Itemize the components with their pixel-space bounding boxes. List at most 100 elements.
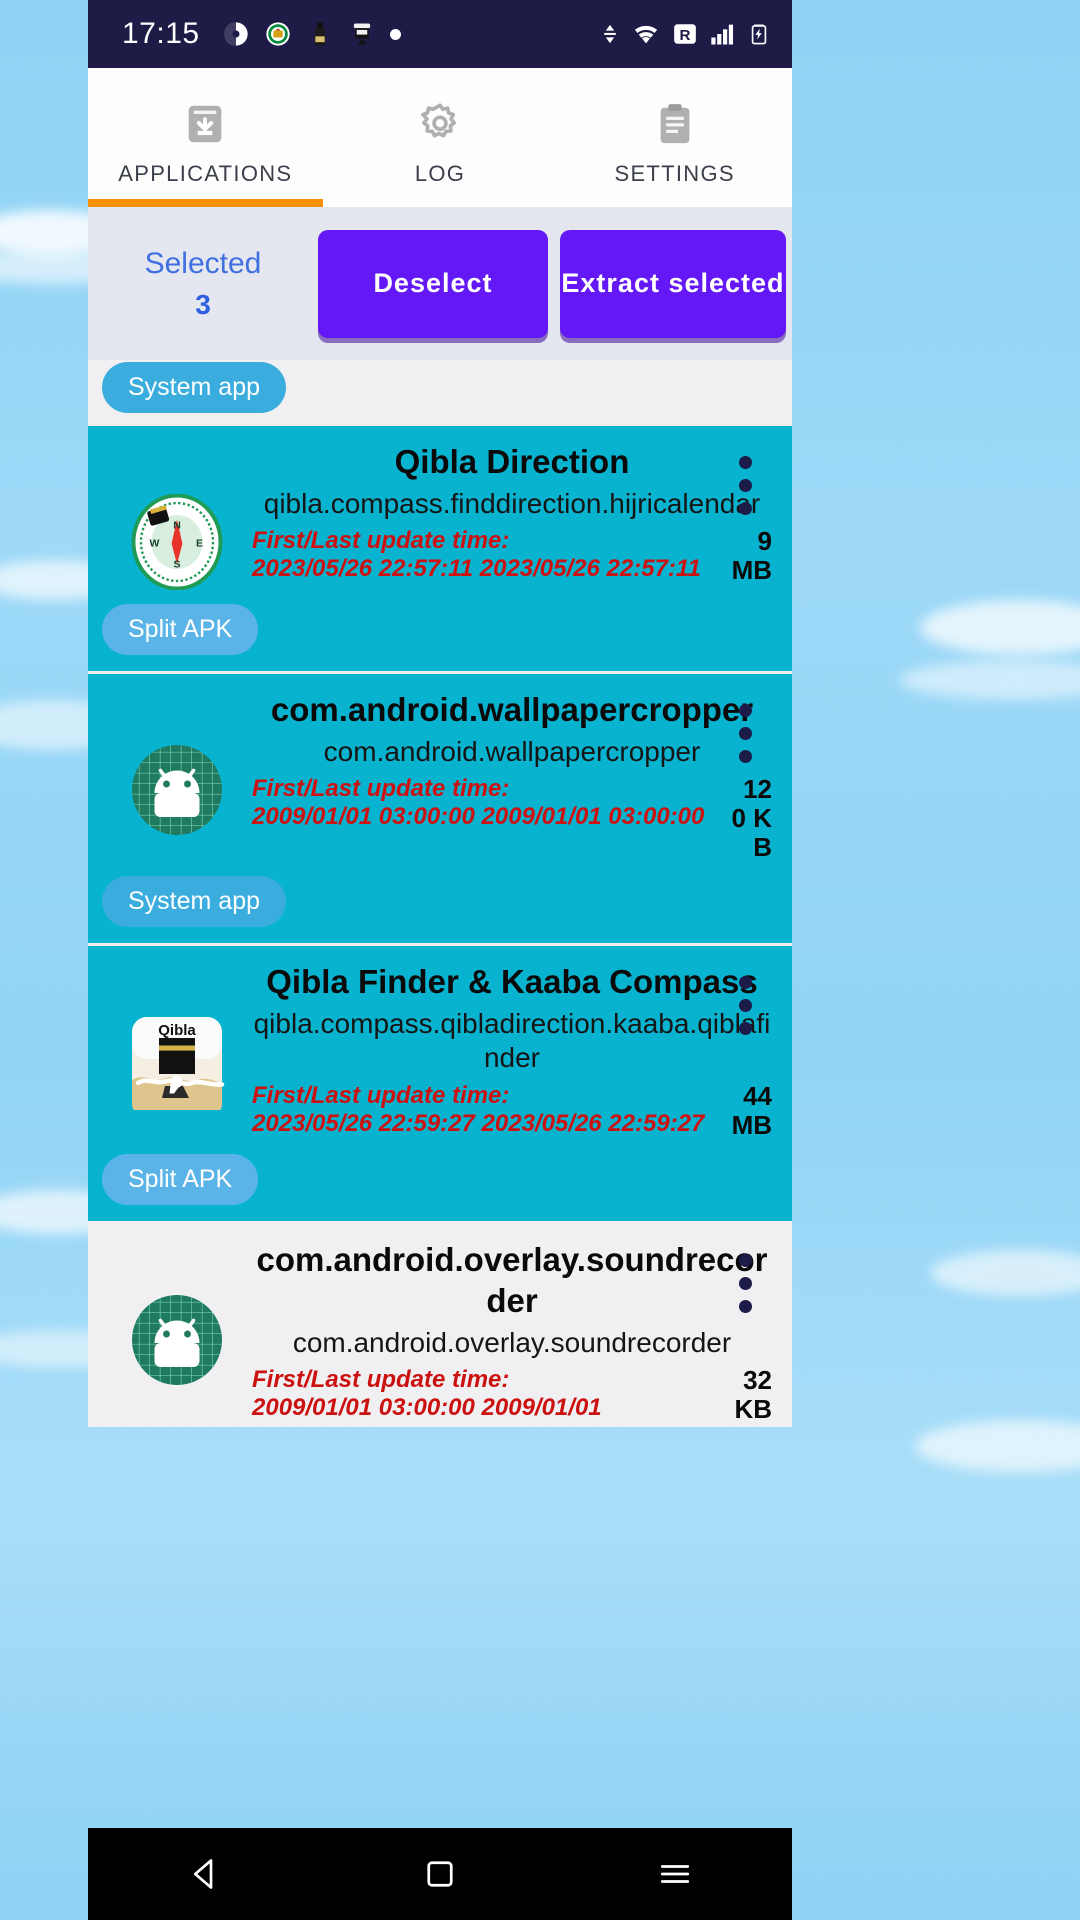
overflow-menu-icon[interactable] xyxy=(738,704,752,763)
android-robot-icon xyxy=(132,1294,222,1385)
status-clock: 17:15 xyxy=(122,17,200,50)
svg-text:Qibla: Qibla xyxy=(158,1022,196,1039)
app-meta-row: First/Last update time: 2009/01/01 03:00… xyxy=(252,774,772,863)
status-bar: 17:15 R xyxy=(88,0,792,68)
list-item-body: Qibla Qibla Finder & Kaaba Compass qibla… xyxy=(88,954,792,1139)
status-badge: Split APK xyxy=(102,604,259,655)
app-update-times: First/Last update time: 2023/05/26 22:59… xyxy=(252,1082,726,1140)
train-notification-icon xyxy=(353,23,370,45)
app-meta-row: First/Last update time: 2023/05/26 22:57… xyxy=(252,526,772,586)
svg-text:E: E xyxy=(196,538,203,550)
wifi-icon xyxy=(634,25,658,44)
app-title: Qibla Direction xyxy=(394,443,630,480)
app-meta-row: First/Last update time: 2023/05/26 22:59… xyxy=(252,1080,772,1140)
app-package: com.android.wallpapercropper xyxy=(323,735,701,767)
tab-settings[interactable]: SETTINGS xyxy=(557,68,792,207)
selected-label: Selected xyxy=(144,246,262,280)
tab-log[interactable]: LOG xyxy=(323,68,558,207)
list-item[interactable]: com.android.overlay.soundrecorder com.an… xyxy=(88,1223,792,1428)
kaaba-qibla-icon: Qibla xyxy=(132,1017,225,1111)
app-size: 32 KB xyxy=(734,1364,772,1424)
clipboard-icon xyxy=(660,103,690,143)
app-icon-wrap: N S E W xyxy=(102,442,252,590)
tab-bar: APPLICATIONS LOG SETTINGS xyxy=(88,68,792,207)
app-package: qibla.compass.qibladirection.kaaba.qibla… xyxy=(253,1008,771,1074)
app-update-value: 2023/05/26 22:57:11 2023/05/26 22:57:11 xyxy=(252,555,701,583)
roaming-icon: R xyxy=(674,24,696,44)
gear-icon xyxy=(421,102,457,138)
list-item-main: Qibla Direction qibla.compass.finddirect… xyxy=(252,442,778,590)
svg-text:R: R xyxy=(680,27,691,44)
svg-text:W: W xyxy=(150,538,160,550)
app-window: 17:15 R APPLICATIONS LOG SETTINGS Select… xyxy=(88,0,792,1920)
qibla-compass-icon: N S E W xyxy=(131,494,223,590)
recents-menu-icon[interactable] xyxy=(657,1856,693,1892)
tab-active-indicator xyxy=(88,199,323,207)
signal-bars-icon xyxy=(711,24,734,45)
badge-notification-icon xyxy=(265,22,290,46)
wallpaper-cloud xyxy=(915,1420,1080,1472)
app-title: com.android.wallpapercropper xyxy=(270,691,754,728)
app-size: 9 MB xyxy=(731,526,772,586)
dot-notification-icon xyxy=(389,28,401,40)
tab-applications[interactable]: APPLICATIONS xyxy=(88,68,323,207)
list-item-partial-top[interactable]: System app xyxy=(88,360,792,426)
app-title: Qibla Finder & Kaaba Compass xyxy=(266,963,758,1001)
overflow-menu-icon[interactable] xyxy=(738,976,752,1036)
data-transfer-icon xyxy=(604,24,616,44)
overflow-menu-icon[interactable] xyxy=(738,1253,752,1313)
system-navigation-bar xyxy=(88,1828,792,1920)
list-item[interactable]: Qibla Qibla Finder & Kaaba Compass qibla… xyxy=(88,946,792,1224)
app-update-value: 2023/05/26 22:59:27 2023/05/26 22:59:27 xyxy=(252,1109,705,1137)
back-triangle-icon[interactable] xyxy=(187,1856,223,1892)
app-title: com.android.overlay.soundrecorder xyxy=(256,1240,768,1319)
wallpaper-cloud xyxy=(930,1250,1080,1296)
app-icon-wrap: Qibla xyxy=(102,962,252,1139)
app-update-times: First/Last update time: 2009/01/01 03:00… xyxy=(252,775,726,862)
app-notification-icon xyxy=(223,22,248,46)
android-robot-icon xyxy=(132,745,222,835)
home-square-icon[interactable] xyxy=(422,1856,458,1892)
selection-action-bar: Selected 3 Deselect Extract selected xyxy=(88,207,792,360)
selected-counter: Selected 3 xyxy=(88,247,318,321)
list-item-main: com.android.wallpapercropper com.android… xyxy=(252,690,778,862)
app-icon-wrap xyxy=(102,690,252,862)
overflow-menu-icon[interactable] xyxy=(738,456,752,515)
app-size: 44 MB xyxy=(731,1080,772,1140)
bottle-notification-icon xyxy=(314,22,325,46)
list-item[interactable]: N S E W Qibla Direction qibla.compass.fi… xyxy=(88,426,792,674)
archive-download-icon xyxy=(189,105,222,142)
app-update-label: First/Last update time: xyxy=(252,1365,510,1393)
app-update-value: 2009/01/01 03:00:00 2009/01/01 xyxy=(252,1394,602,1422)
status-badge: System app xyxy=(102,876,287,928)
list-item-body: N S E W Qibla Direction qibla.compass.fi… xyxy=(88,434,792,590)
list-item-main: com.android.overlay.soundrecorder com.an… xyxy=(252,1240,778,1424)
app-meta-row: First/Last update time: 2009/01/01 03:00… xyxy=(252,1364,772,1424)
app-update-value: 2009/01/01 03:00:00 2009/01/01 03:00:00 xyxy=(252,803,705,831)
list-item[interactable]: com.android.wallpapercropper com.android… xyxy=(88,674,792,947)
app-size: 120 KB xyxy=(731,774,772,863)
svg-text:S: S xyxy=(173,559,180,571)
wallpaper-cloud xyxy=(920,600,1080,655)
app-icon-wrap xyxy=(102,1240,252,1424)
tab-settings-label: SETTINGS xyxy=(614,160,735,186)
battery-charging-icon xyxy=(751,24,767,45)
status-notification-icons xyxy=(222,20,401,48)
list-item-body: com.android.wallpapercropper com.android… xyxy=(88,682,792,862)
app-update-label: First/Last update time: xyxy=(252,527,510,555)
status-badge: System app xyxy=(102,362,287,413)
wallpaper-cloud xyxy=(900,660,1080,700)
app-update-label: First/Last update time: xyxy=(252,1081,510,1109)
application-list[interactable]: System app N S E W Qibla Direction qibla… xyxy=(88,360,792,1428)
status-badge: Split APK xyxy=(102,1153,259,1205)
extract-selected-button[interactable]: Extract selected xyxy=(559,229,786,338)
app-update-label: First/Last update time: xyxy=(252,775,510,803)
list-item-main: Qibla Finder & Kaaba Compass qibla.compa… xyxy=(252,962,778,1139)
tab-applications-label: APPLICATIONS xyxy=(118,160,293,186)
deselect-button[interactable]: Deselect xyxy=(317,229,548,338)
list-item-body: com.android.overlay.soundrecorder com.an… xyxy=(88,1232,792,1424)
svg-text:N: N xyxy=(173,520,181,532)
app-update-times: First/Last update time: 2009/01/01 03:00… xyxy=(252,1366,726,1424)
selected-count: 3 xyxy=(195,288,211,320)
status-system-icons: R xyxy=(600,20,770,48)
